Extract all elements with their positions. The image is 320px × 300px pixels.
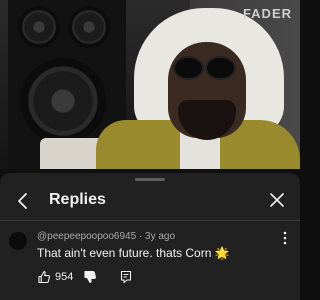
comment-text: That ain't even future. thats Corn 🌟 (37, 246, 230, 260)
sunglasses-lens (173, 56, 204, 80)
speaker-cone (20, 58, 106, 144)
comment-meta: @peepeepoopoo6945 · 3y ago (37, 231, 175, 242)
reply-icon[interactable] (119, 270, 133, 284)
sunglasses-lens (205, 56, 236, 80)
video-player[interactable]: FADER (0, 0, 300, 169)
avatar[interactable] (9, 232, 27, 250)
speaker-cone (68, 6, 110, 48)
meta-separator: · (136, 231, 146, 242)
divider (0, 220, 300, 221)
close-icon (270, 193, 284, 207)
panel-header: Replies (0, 185, 300, 219)
more-vert-icon (283, 231, 287, 245)
like-count: 954 (55, 271, 74, 283)
chevron-left-icon (18, 193, 27, 209)
replies-panel: Replies @peepeepoopoo6945 · 3y ago That … (0, 173, 300, 300)
speaker-cone (18, 6, 60, 48)
thumbs-up-icon[interactable] (37, 270, 51, 284)
comment-actions: 954 (37, 269, 133, 285)
comment-author[interactable]: @peepeepoopoo6945 (37, 231, 136, 242)
panel-title: Replies (49, 191, 106, 208)
comment-item: @peepeepoopoo6945 · 3y ago That ain't ev… (0, 227, 300, 297)
brand-watermark: FADER (242, 6, 292, 21)
close-button[interactable] (268, 191, 286, 209)
drag-handle[interactable] (135, 178, 165, 181)
thumbs-down-icon[interactable] (83, 270, 97, 284)
back-button[interactable] (12, 189, 34, 213)
more-options-button[interactable] (282, 231, 288, 247)
comment-age: 3y ago (145, 231, 176, 242)
